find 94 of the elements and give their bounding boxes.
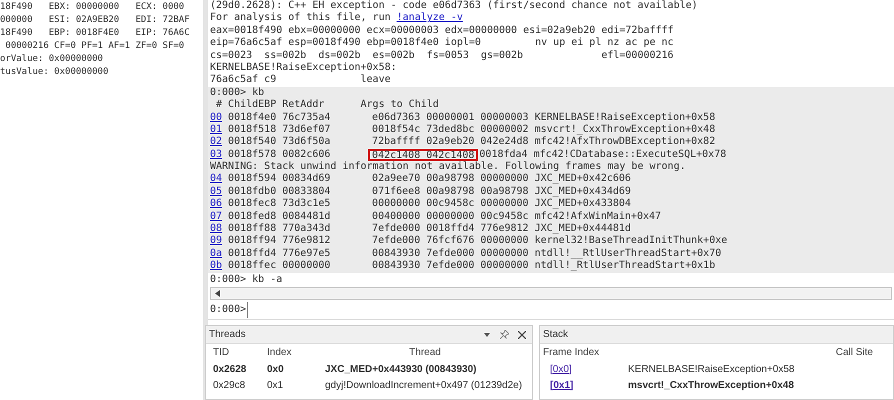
- output-line: eax=0018f490 ebx=00000000 ecx=00000003 edx=00000000 esi=02a9eb20 edi=72baffff: [210, 24, 675, 37]
- frame-index-link[interactable]: [0x0]: [550, 362, 628, 376]
- analyze-link[interactable]: !analyze -v: [396, 12, 463, 25]
- frame-addresses: 0018fed8 0084481d: [228, 210, 332, 223]
- pin-icon[interactable]: [500, 330, 509, 339]
- frame-number-link[interactable]: 0b: [210, 260, 222, 273]
- stack-row[interactable]: [0x0] KERNELBASE!RaiseException+0x58: [540, 361, 893, 377]
- call-site: KERNELBASE!RaiseException+0x58: [534, 112, 716, 124]
- call-site: mfc42!AfxWinMain+0x47: [534, 210, 662, 223]
- frame-number-link[interactable]: 05: [210, 186, 222, 198]
- frame-args: e06d7363 00000001 00000003: [372, 112, 529, 124]
- frame-args: 00843930 7efde000 00000000: [372, 248, 529, 260]
- column-header: TID: [213, 346, 230, 360]
- thread-name: gdyj!DownloadIncrement+0x497 (01239d2e): [325, 378, 524, 392]
- thread-index: 0x0: [267, 362, 285, 376]
- thread-id: 0x29c8: [213, 378, 246, 392]
- call-site: kernel32!BaseThreadInitThunk+0xe: [534, 235, 728, 248]
- register-line: orValue: 0x00000000: [0, 53, 104, 66]
- register-line: 18F490 EBP: 0018F4E0 EIP: 76A6C: [0, 27, 191, 40]
- call-site: msvcrt!_CxxThrowException+0x48: [628, 378, 794, 392]
- frame-addresses: 0018ffd4 776e97e5: [228, 248, 332, 260]
- frame-addresses: 0018f594 00834d69: [228, 173, 332, 186]
- frame-addresses: 0018fdb0 00833804: [228, 186, 332, 198]
- thread-row[interactable]: 0x2628 0x0 JXC_MED+0x443930 (00843930): [206, 361, 532, 377]
- frame-addresses: 0018f540 73d6f50a: [228, 136, 332, 149]
- frame-args: 0018f54c 73ded8bc 00000002: [372, 124, 529, 136]
- column-header: Call Site: [836, 346, 873, 360]
- output-line: cs=0023 ss=002b ds=002b es=002b fs=0053 gs=002b efl=00000216: [210, 50, 675, 62]
- register-line: 00000216 CF=0 PF=1 AF=1 ZF=0 SF=0: [4, 40, 186, 53]
- frame-args: 7efde000 0018ffd4 776e9812: [372, 223, 529, 235]
- call-site: mfc42!AfxThrowDBException+0x82: [534, 136, 716, 149]
- frame-args: 72baffff 02a9eb20 042e24d8: [372, 136, 529, 149]
- frame-number-link[interactable]: 04: [210, 173, 222, 186]
- frame-addresses: 0018ff88 770a343d: [228, 223, 332, 235]
- frame-args: 7efde000 76fcf676 00000000: [372, 235, 529, 248]
- frame-number-link[interactable]: 01: [210, 124, 222, 136]
- output-line: 0:000> kb: [210, 86, 266, 99]
- close-icon[interactable]: [518, 330, 526, 338]
- scroll-left-icon[interactable]: [215, 290, 221, 297]
- register-line: 18F490 EBX: 00000000 ECX: 0000: [0, 1, 186, 14]
- frame-number-link[interactable]: 03: [210, 148, 222, 162]
- frame-number-link[interactable]: 0a: [210, 248, 222, 260]
- frame-addresses: 0018fec8 73d3c1e5: [228, 198, 332, 211]
- dropdown-icon[interactable]: [484, 332, 490, 336]
- thread-name: JXC_MED+0x443930 (00843930): [325, 362, 478, 376]
- horizontal-scrollbar[interactable]: [210, 287, 892, 300]
- thread-index: 0x1: [267, 378, 284, 392]
- frame-number-link[interactable]: 07: [210, 210, 222, 224]
- output-line: 0:000> kb -a: [210, 274, 284, 286]
- frame-args: 02a9ee70 00a98798 00000000: [372, 173, 529, 186]
- call-site: KERNELBASE!RaiseException+0x58: [628, 362, 794, 376]
- frame-addresses: 0018f4e0 76c735a4: [228, 112, 332, 124]
- output-line: 76a6c5af c9 leave: [210, 74, 392, 87]
- frame-addresses: 0018ff94 776e9812: [228, 235, 332, 248]
- command-prompt: 0:000>: [209, 303, 246, 317]
- column-header: Frame Index: [543, 346, 600, 360]
- frame-addresses: 0018f518 73d6ef07: [228, 124, 332, 136]
- register-line: 000000 ESI: 02A9EB20 EDI: 72BAF: [0, 14, 191, 27]
- frame-args: 00400000 00000000 00c9458c: [372, 210, 529, 223]
- call-site: ntdll!__RtlUserThreadStart+0x70: [534, 248, 722, 260]
- register-line: tusValue: 0x00000000: [0, 66, 110, 79]
- frame-number-link[interactable]: 02: [210, 136, 222, 149]
- output-line: # ChildEBP RetAddr Args to Child: [215, 99, 440, 112]
- output-line: eip=76a6c5af esp=0018f490 ebp=0018f4e0 iopl=0 nv up ei pl nz ac pe nc: [210, 37, 675, 50]
- call-site: JXC_MED+0x433804: [534, 198, 631, 211]
- frame-args: 00000000 00c9458c 00000000: [372, 198, 529, 211]
- output-line: WARNING: Stack unwind information not available. Following frames may be wrong.: [210, 161, 687, 173]
- column-header: Index: [267, 346, 292, 360]
- call-site: JXC_MED+0x434d69: [534, 186, 631, 198]
- column-header: Thread: [408, 346, 442, 360]
- frame-number-link[interactable]: 09: [210, 235, 222, 248]
- call-site: JXC_MED+0x44481d: [534, 223, 631, 235]
- thread-row[interactable]: 0x29c8 0x1 gdyj!DownloadIncrement+0x497 (01239d2e): [206, 377, 532, 393]
- output-text: For analysis of this file, run: [210, 12, 392, 25]
- call-site: mfc42!CDatabase::ExecuteSQL+0x78: [534, 148, 726, 161]
- output-line: KERNELBASE!RaiseException+0x58:: [210, 62, 398, 74]
- panel-title: Stack: [543, 328, 568, 342]
- call-site: ntdll!_RtlUserThreadStart+0x1b: [534, 260, 716, 273]
- frame-args: 00843930 7efde000 00000000: [372, 260, 529, 273]
- frame-addresses: 0018ffec 00000000: [228, 260, 332, 273]
- highlight-box: 042c1408 042c1408: [368, 148, 478, 162]
- call-site: JXC_MED+0x42c606: [534, 173, 631, 186]
- frame-number-link[interactable]: 08: [210, 223, 222, 236]
- frame-args: 071f6ee8 00a98798 00a98798: [372, 186, 529, 198]
- output-line: (29d0.2628): C++ EH exception - code e06d7363 (first/second chance not available): [210, 0, 699, 12]
- thread-id: 0x2628: [213, 362, 248, 376]
- panel-title: Threads: [209, 328, 247, 342]
- call-site: msvcrt!_CxxThrowException+0x48: [534, 124, 716, 136]
- frame-number-link[interactable]: 00: [210, 112, 222, 124]
- frame-args: 0018fda4: [479, 148, 528, 161]
- stack-row[interactable]: [0x1] msvcrt!_CxxThrowException+0x48: [540, 377, 893, 393]
- frame-number-link[interactable]: 06: [210, 198, 222, 211]
- frame-index-link[interactable]: [0x1]: [550, 378, 628, 392]
- frame-addresses: 0018f578 0082c606: [228, 148, 332, 161]
